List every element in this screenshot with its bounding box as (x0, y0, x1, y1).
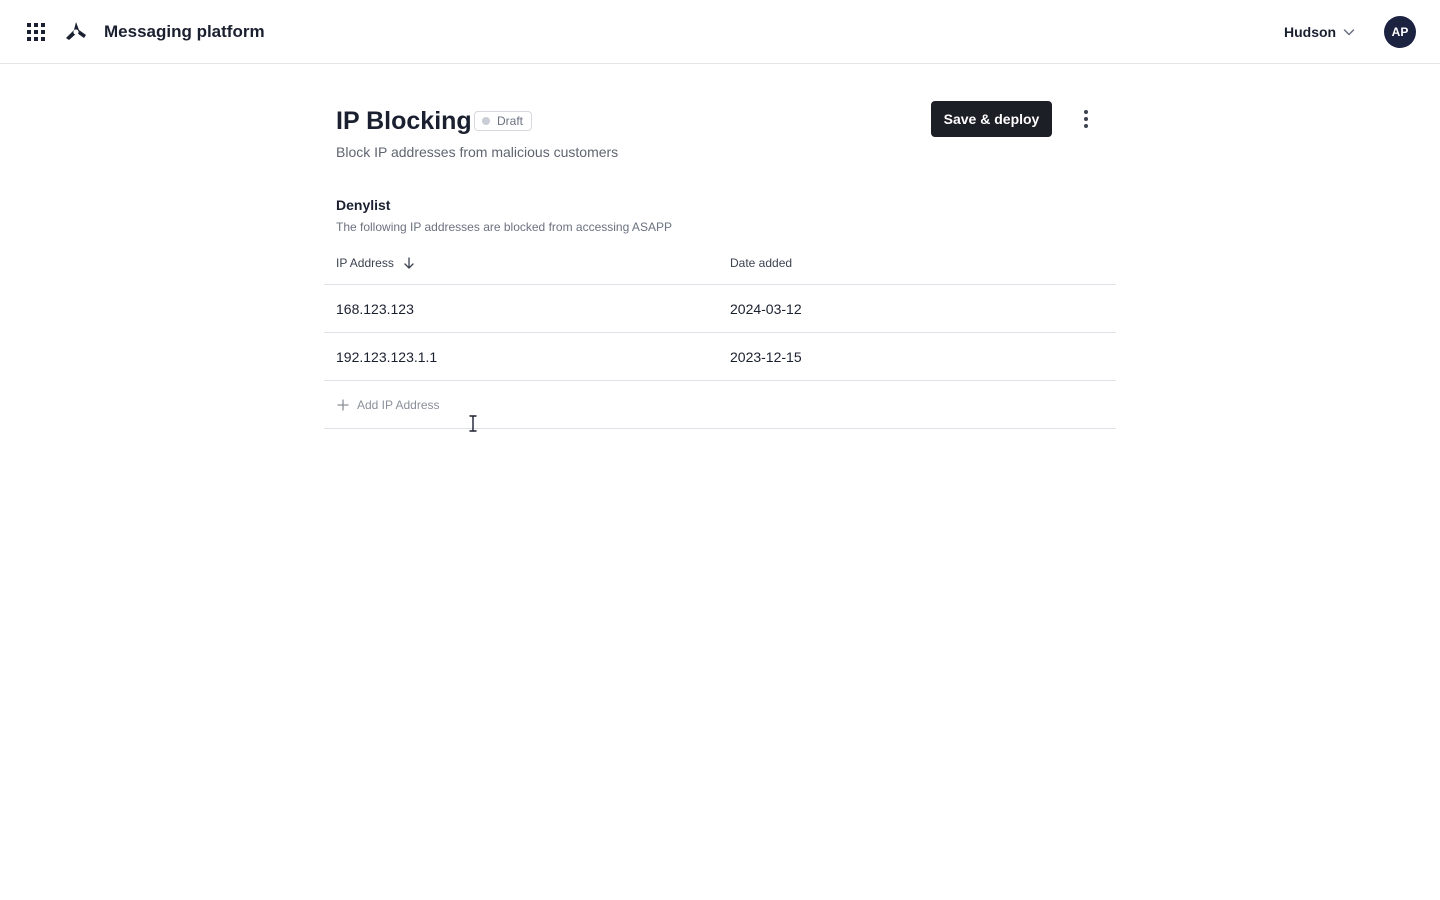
brand-logo-icon[interactable] (65, 21, 87, 43)
status-badge: Draft (474, 111, 533, 131)
org-switcher[interactable]: Hudson (1284, 22, 1356, 42)
table-header: IP Address Date added (324, 240, 1116, 285)
status-dot-icon (482, 117, 490, 125)
denylist-table: IP Address Date added 168.123.123 2024-0… (324, 240, 1116, 429)
section-description: The following IP addresses are blocked f… (336, 220, 672, 234)
more-options-button[interactable] (1076, 108, 1096, 130)
status-label: Draft (497, 114, 524, 128)
more-vertical-icon (1084, 110, 1088, 114)
date-added-cell: 2023-12-15 (730, 349, 802, 365)
column-header-label: Date added (730, 256, 793, 270)
section-title: Denylist (336, 197, 391, 213)
app-title: Messaging platform (104, 22, 265, 41)
top-bar: Messaging platform Hudson AP (0, 0, 1440, 64)
add-ip-address-button[interactable]: Add IP Address (336, 397, 440, 413)
table-row[interactable]: 168.123.123 2024-03-12 (324, 285, 1116, 333)
text-cursor-icon (469, 415, 477, 432)
ip-address-cell: 192.123.123.1.1 (336, 349, 438, 365)
add-row: Add IP Address (324, 381, 1116, 429)
column-header-label: IP Address (336, 256, 394, 270)
org-name: Hudson (1284, 24, 1337, 40)
column-header-ip-address[interactable]: IP Address (336, 255, 416, 271)
column-header-date-added[interactable]: Date added (730, 255, 792, 271)
date-added-cell: 2024-03-12 (730, 301, 802, 317)
ip-address-cell: 168.123.123 (336, 301, 414, 317)
page-title: IP Blocking (336, 107, 472, 135)
apps-grid-icon[interactable] (27, 23, 45, 41)
chevron-down-icon (1343, 29, 1355, 36)
save-deploy-button[interactable]: Save & deploy (931, 101, 1052, 137)
arrow-down-icon (404, 257, 414, 269)
page-subtitle: Block IP addresses from malicious custom… (336, 144, 619, 160)
add-ip-address-label: Add IP Address (357, 398, 440, 412)
avatar[interactable]: AP (1384, 16, 1416, 48)
plus-icon (337, 399, 349, 411)
table-row[interactable]: 192.123.123.1.1 2023-12-15 (324, 333, 1116, 381)
